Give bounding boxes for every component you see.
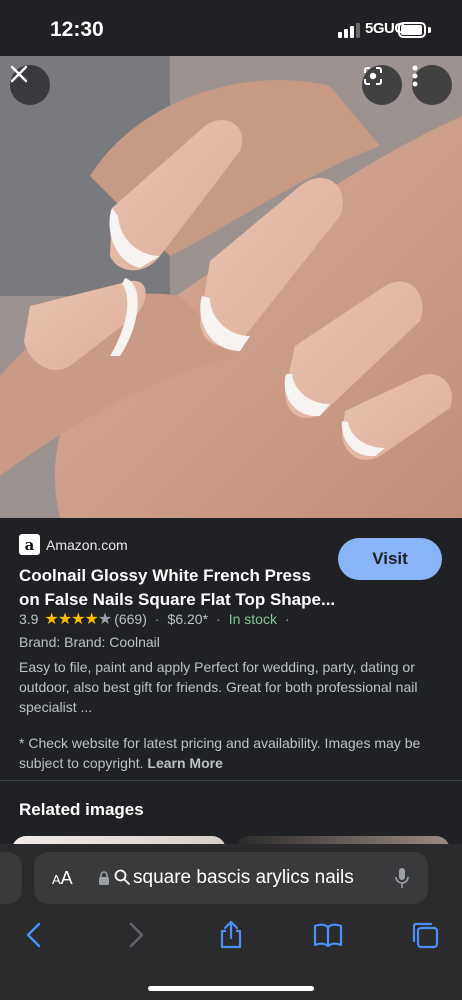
result-info-panel: a Amazon.com Visit Coolnail Glossy White…: [0, 518, 462, 780]
aa-large: A: [60, 868, 73, 888]
divider: [0, 780, 462, 781]
nails-photo-illustration: [0, 56, 462, 518]
review-count: (669): [114, 611, 147, 627]
address-text[interactable]: square bascis arylics nails: [133, 867, 354, 889]
amazon-logo-icon: a: [19, 534, 40, 555]
battery-icon: [398, 22, 426, 38]
aa-small: A: [52, 872, 61, 887]
status-time: 12:30: [50, 18, 104, 41]
separator: ·: [216, 611, 221, 627]
copyright-notice: * Check website for latest pricing and a…: [19, 733, 444, 773]
address-bar[interactable]: AA square bascis arylics nails: [34, 852, 428, 904]
product-meta-row: 3.9 ★★★★★ (669) · $6.20* · In stock ·: [19, 609, 298, 629]
home-indicator[interactable]: [148, 986, 314, 991]
stars-filled: ★★★★: [44, 611, 98, 628]
star-rating-icon: ★★★★★: [44, 609, 112, 629]
previous-tab-peek[interactable]: [0, 852, 22, 904]
status-bar: 12:30 5GUC: [0, 0, 462, 56]
separator: ·: [154, 611, 160, 627]
microphone-icon[interactable]: [394, 867, 410, 889]
result-title-line-1: Coolnail Glossy White French Press: [19, 566, 311, 585]
result-title[interactable]: Coolnail Glossy White French Press on Fa…: [19, 564, 335, 612]
visit-button[interactable]: Visit: [338, 538, 442, 580]
bookmarks-icon[interactable]: [313, 920, 343, 950]
reader-settings-button[interactable]: AA: [52, 868, 73, 889]
product-photo[interactable]: [0, 56, 462, 518]
availability: In stock: [228, 611, 277, 627]
tabs-icon[interactable]: [410, 920, 440, 950]
back-icon[interactable]: [20, 920, 50, 950]
search-icon: [114, 869, 130, 885]
description-text: Easy to file, paint and apply Perfect fo…: [19, 659, 418, 715]
browser-toolbar: AA square bascis arylics nails: [0, 844, 462, 1000]
forward-icon[interactable]: [120, 920, 150, 950]
lock-icon: [99, 871, 109, 885]
battery-tip: [428, 27, 431, 33]
source-row[interactable]: a Amazon.com: [19, 534, 128, 555]
learn-more-link[interactable]: Learn More: [147, 755, 222, 771]
close-icon: [10, 65, 28, 83]
more-options-button[interactable]: [412, 65, 452, 105]
related-images-heading: Related images: [19, 800, 144, 819]
close-button[interactable]: [10, 65, 50, 105]
brand-text: Brand: Brand: Coolnail: [19, 634, 160, 650]
lens-button[interactable]: [362, 65, 402, 105]
lens-icon: [364, 67, 382, 85]
source-name: Amazon.com: [46, 536, 128, 553]
signal-icon: [338, 22, 360, 38]
stars-empty: ★: [97, 611, 112, 628]
separator: ·: [284, 611, 290, 627]
share-icon[interactable]: [216, 920, 246, 950]
rating-value: 3.9: [19, 611, 39, 627]
more-vertical-icon: [412, 65, 418, 87]
price: $6.20*: [167, 611, 209, 627]
